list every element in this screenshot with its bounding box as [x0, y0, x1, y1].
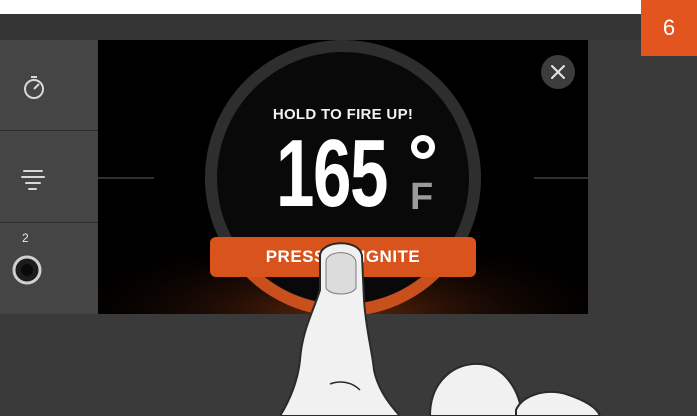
degree-symbol: [411, 135, 435, 159]
sidebar: 2: [0, 40, 98, 314]
display-screen: HOLD TO FIRE UP! 165 F PRESS TO IGNITE: [98, 40, 588, 314]
press-to-ignite-button[interactable]: PRESS TO IGNITE: [210, 237, 476, 277]
device-top-edge: [0, 14, 697, 40]
step-number-badge: 6: [641, 0, 697, 56]
sidebar-item-smoke[interactable]: [0, 131, 98, 223]
sidebar-item-timer[interactable]: [0, 40, 98, 131]
temperature-value: 165: [276, 120, 388, 227]
timer-icon: [24, 76, 44, 99]
probe-port-icon: [12, 255, 42, 285]
close-icon: [551, 65, 565, 79]
temperature-unit: F: [410, 176, 434, 218]
device-lower-panel: [0, 314, 697, 416]
close-button[interactable]: [541, 55, 575, 89]
sidebar-item-probe-2[interactable]: 2: [0, 223, 98, 314]
smoke-icon: [21, 170, 45, 190]
